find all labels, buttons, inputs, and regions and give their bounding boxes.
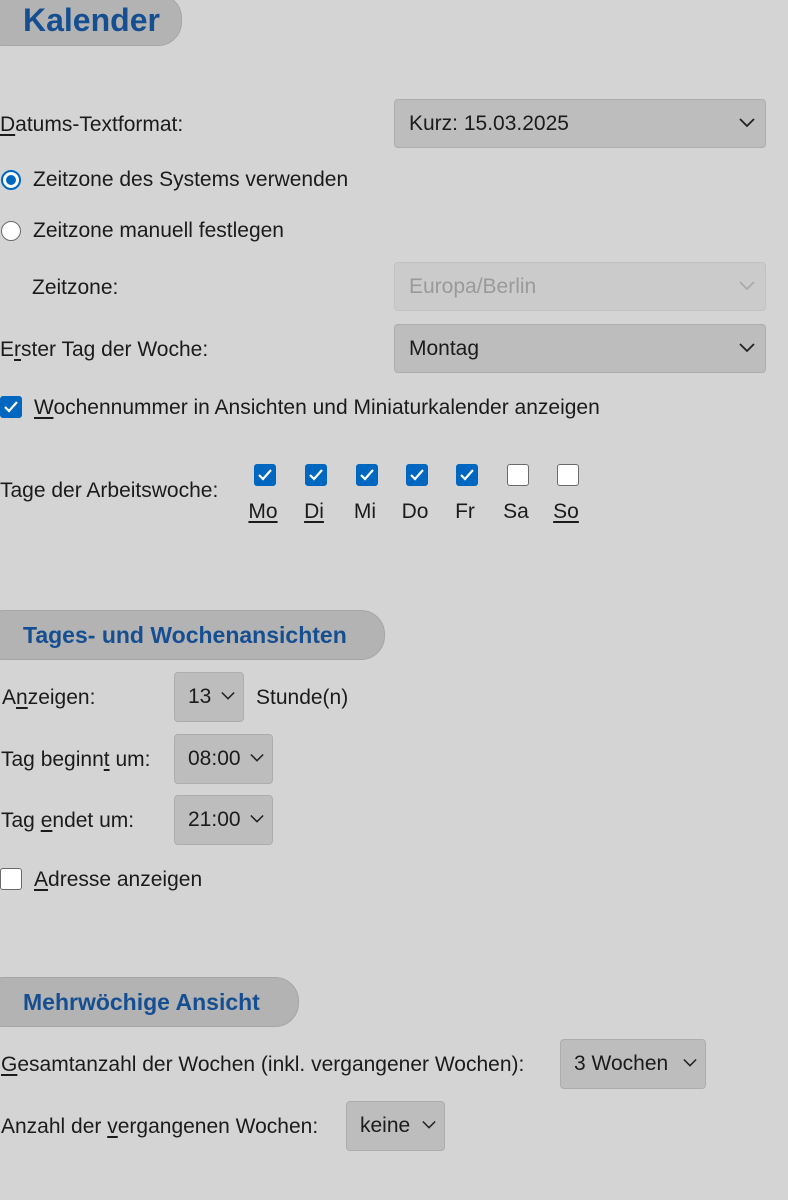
total-weeks-label-text: esamtanzahl der Wochen (inkl. vergangene…: [17, 1053, 525, 1076]
show-address-checkbox[interactable]: [0, 868, 22, 890]
date-format-label: Datums-Textformat:: [0, 112, 183, 138]
first-day-label: Erster Tag der Woche:: [0, 337, 208, 363]
show-hours-label-prefix: A: [2, 686, 17, 709]
workweek-day-label-so[interactable]: So: [546, 500, 586, 524]
checkmark-icon: [258, 469, 272, 481]
show-hours-label-text: zeigen:: [27, 686, 96, 709]
show-hours-dropdown[interactable]: 13: [174, 672, 244, 722]
show-address-label[interactable]: Adresse anzeigen: [34, 867, 202, 893]
date-format-label-accesskey: D: [0, 113, 16, 136]
chevron-down-icon: [683, 1058, 697, 1067]
workweek-day-checkbox-mo[interactable]: [254, 464, 276, 486]
timezone-value: Europa/Berlin: [409, 274, 537, 298]
first-day-label-prefix: E: [0, 338, 15, 361]
chevron-down-icon: [250, 753, 264, 762]
section-title-day-week-views: Tages- und Wochenansichten: [0, 610, 385, 660]
first-day-dropdown[interactable]: Montag: [394, 324, 766, 373]
chevron-down-icon: [739, 117, 755, 127]
section-title-calendar: Kalender: [0, 0, 182, 46]
day-label-text: Sa: [503, 500, 529, 523]
total-weeks-label: Gesamtanzahl der Wochen (inkl. vergangen…: [1, 1052, 524, 1078]
day-label-text: So: [553, 500, 579, 523]
workweek-day-checkbox-fr[interactable]: [456, 464, 478, 486]
workweek-day-label-do[interactable]: Do: [395, 500, 435, 524]
first-day-label-text: ster Tag der Woche:: [21, 338, 209, 361]
day-label-text: Fr: [455, 500, 475, 523]
past-weeks-label-accesskey: v: [107, 1115, 118, 1138]
day-label-text: Di: [304, 500, 324, 523]
day-start-label-text: um:: [109, 748, 151, 771]
timezone-label: Zeitzone:: [32, 276, 119, 299]
past-weeks-dropdown[interactable]: keine: [346, 1101, 445, 1151]
show-hours-label-accesskey: n: [16, 686, 28, 709]
day-end-label-accesskey: e: [40, 809, 53, 832]
workweek-day-label-mo[interactable]: Mo: [243, 500, 283, 524]
past-weeks-label-prefix: Anzahl der: [1, 1115, 108, 1138]
week-numbers-label-text: ochennummer in Ansichten und Miniaturkal…: [53, 396, 600, 419]
checkmark-icon: [360, 469, 374, 481]
day-label-text: Mi: [353, 500, 377, 523]
timezone-dropdown: Europa/Berlin: [394, 262, 766, 311]
workweek-day-label-fr[interactable]: Fr: [445, 500, 485, 524]
workweek-day-label-sa[interactable]: Sa: [496, 500, 536, 524]
workweek-day-label-mi[interactable]: Mi: [345, 500, 385, 524]
day-start-label-prefix: Tag beginn: [1, 748, 104, 771]
checkmark-icon: [460, 469, 474, 481]
day-start-dropdown[interactable]: 08:00: [174, 734, 273, 784]
day-start-value: 08:00: [188, 747, 241, 770]
day-start-label: Tag beginnt um:: [1, 747, 150, 773]
chevron-down-icon: [250, 814, 264, 823]
day-end-label-prefix: Tag: [1, 809, 41, 832]
checkmark-icon: [309, 469, 323, 481]
show-hours-unit: Stunde(n): [256, 686, 349, 709]
date-format-label-text: atums-Textformat:: [15, 113, 184, 136]
checkmark-icon: [410, 469, 424, 481]
chevron-down-icon: [422, 1120, 436, 1129]
timezone-system-label[interactable]: Zeitzone des Systems verwenden: [33, 167, 348, 193]
week-numbers-label-accesskey: W: [34, 396, 54, 419]
date-format-dropdown[interactable]: Kurz: 15.03.2025: [394, 99, 766, 148]
past-weeks-value: keine: [360, 1114, 411, 1137]
chevron-down-icon: [739, 280, 755, 290]
workweek-day-checkbox-so[interactable]: [557, 464, 579, 486]
checkmark-icon: [4, 401, 18, 413]
show-hours-value: 13: [188, 685, 212, 708]
timezone-manual-radio[interactable]: [1, 221, 21, 241]
workweek-day-checkbox-do[interactable]: [406, 464, 428, 486]
total-weeks-dropdown[interactable]: 3 Wochen: [560, 1039, 706, 1089]
chevron-down-icon: [739, 342, 755, 352]
past-weeks-label-text: ergangenen Wochen:: [117, 1115, 319, 1138]
workweek-day-checkbox-mi[interactable]: [356, 464, 378, 486]
timezone-manual-label[interactable]: Zeitzone manuell festlegen: [33, 218, 284, 244]
day-end-dropdown[interactable]: 21:00: [174, 795, 273, 845]
timezone-system-radio[interactable]: [1, 170, 21, 190]
workweek-label: Tage der Arbeitswoche:: [0, 479, 219, 502]
past-weeks-label: Anzahl der vergangenen Wochen:: [1, 1114, 318, 1140]
show-hours-label: Anzeigen:: [2, 685, 95, 711]
date-format-value: Kurz: 15.03.2025: [409, 111, 569, 135]
show-address-label-accesskey: A: [34, 868, 49, 891]
day-end-label: Tag endet um:: [1, 808, 134, 834]
total-weeks-value: 3 Wochen: [574, 1052, 669, 1075]
day-end-label-text: ndet um:: [52, 809, 135, 832]
day-end-value: 21:00: [188, 808, 241, 831]
section-title-multiweek: Mehrwöchige Ansicht: [0, 977, 299, 1027]
first-day-label-accesskey: r: [14, 338, 22, 361]
week-numbers-label[interactable]: Wochennummer in Ansichten und Miniaturka…: [34, 395, 600, 421]
week-numbers-checkbox[interactable]: [0, 396, 22, 418]
day-label-text: Do: [401, 500, 429, 523]
show-address-label-text: dresse anzeigen: [48, 868, 203, 891]
day-label-text: Mo: [248, 500, 278, 523]
workweek-day-checkbox-di[interactable]: [305, 464, 327, 486]
chevron-down-icon: [221, 691, 235, 700]
workweek-day-label-di[interactable]: Di: [294, 500, 334, 524]
first-day-value: Montag: [409, 336, 480, 360]
workweek-day-checkbox-sa[interactable]: [507, 464, 529, 486]
total-weeks-label-accesskey: G: [1, 1053, 18, 1076]
